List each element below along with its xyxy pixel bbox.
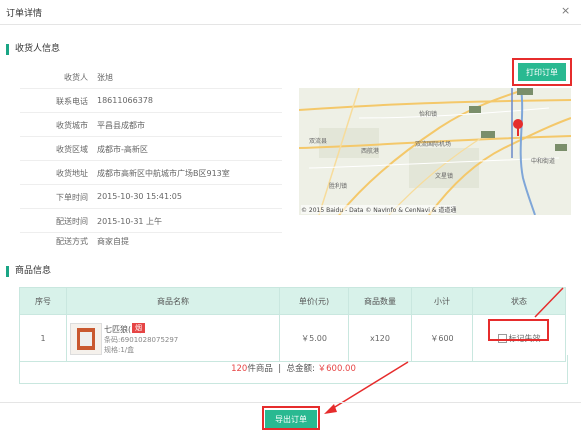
product-spec: 规格:1/盒 <box>104 346 135 354</box>
svg-text:中和街道: 中和街道 <box>531 157 555 165</box>
receiver-row: 收货地址 成都市高新区中航城市广场B区913室 <box>20 160 282 185</box>
map-canvas: 双流县 双流国际机场 西航港 中和街道 文星镇 怡和镇 胜利镇 <box>299 88 571 215</box>
product-code: 条码:6901028075297 <box>104 336 179 344</box>
receiver-row-value: 平昌县成都市 <box>97 121 145 130</box>
receiver-row-label: 配送时间 <box>56 217 88 226</box>
receiver-row-label: 收货城市 <box>56 121 88 130</box>
highlight-box-print <box>512 58 572 86</box>
col-price: 单价(元) <box>279 287 349 315</box>
col-index: 序号 <box>19 287 67 315</box>
map[interactable]: 双流县 双流国际机场 西航港 中和街道 文星镇 怡和镇 胜利镇 © 2015 B… <box>299 88 571 215</box>
col-name: 商品名称 <box>66 287 280 315</box>
map-copyright: © 2015 Baidu - Data © NavInfo & CenNavi … <box>301 205 457 214</box>
close-icon[interactable]: × <box>561 4 570 17</box>
col-qty: 商品数量 <box>348 287 412 315</box>
receiver-row: 配送方式 商家自提 <box>20 228 282 252</box>
svg-text:文星镇: 文星镇 <box>435 172 453 180</box>
receiver-row-value: 2015-10-31 上午 <box>97 217 163 226</box>
svg-text:双流县: 双流县 <box>309 137 327 145</box>
location-pin-icon <box>513 119 523 129</box>
receiver-row-label: 收货人 <box>64 73 88 82</box>
receiver-row-label: 收货地址 <box>56 169 88 178</box>
receiver-row-value: 张旭 <box>97 73 113 82</box>
product-thumbnail <box>70 323 102 355</box>
receiver-row: 联系电话 18611066378 <box>20 88 282 113</box>
receiver-row: 收货人 张旭 <box>20 64 282 89</box>
svg-text:怡和镇: 怡和镇 <box>419 110 437 118</box>
svg-text:双流国际机场: 双流国际机场 <box>415 140 451 148</box>
receiver-row: 下单时间 2015-10-30 15:41:05 <box>20 184 282 209</box>
receiver-section-title: 收货人信息 <box>6 44 60 55</box>
receiver-row-value: 商家自提 <box>97 237 129 246</box>
svg-text:胜利镇: 胜利镇 <box>329 182 347 190</box>
product-tag-badge: 烟 <box>132 323 145 333</box>
receiver-row-value: 2015-10-30 15:41:05 <box>97 192 182 201</box>
svg-text:西航港: 西航港 <box>361 147 379 155</box>
summary-separator: | <box>278 364 282 374</box>
dialog-title: 订单详情 <box>6 9 43 19</box>
summary-count-suffix: 件商品 <box>247 364 273 374</box>
receiver-row-label: 配送方式 <box>56 237 88 246</box>
highlight-box-status <box>488 319 549 341</box>
footer-divider <box>0 402 581 403</box>
receiver-row: 收货城市 平昌县成都市 <box>20 112 282 137</box>
summary-count: 120 <box>231 364 248 374</box>
col-subtotal: 小计 <box>411 287 473 315</box>
receiver-row-value: 成都市高新区中航城市广场B区913室 <box>97 169 230 178</box>
dialog-titlebar: 订单详情 × <box>0 0 581 25</box>
receiver-row: 收货区域 成都市-高新区 <box>20 136 282 161</box>
receiver-row-value: 成都市-高新区 <box>97 145 148 154</box>
summary-total-label: 总金额: <box>286 364 315 374</box>
annotation-arrow <box>324 361 409 414</box>
product-table: 序号 商品名称 单价(元) 商品数量 小计 状态 1 七匹狼(白) 烟 条码:6… <box>19 287 566 362</box>
annotation-arrow-status <box>534 287 564 318</box>
receiver-row-label: 联系电话 <box>56 97 88 106</box>
order-summary: 120件商品 | 总金额: ￥600.00 <box>19 355 568 384</box>
table-header-row: 序号 商品名称 单价(元) 商品数量 小计 状态 <box>19 287 566 315</box>
highlight-box-export <box>262 406 320 430</box>
receiver-row-label: 下单时间 <box>56 193 88 202</box>
receiver-row-label: 收货区域 <box>56 145 88 154</box>
product-section-title: 商品信息 <box>6 266 51 277</box>
receiver-row-value: 18611066378 <box>97 96 153 105</box>
